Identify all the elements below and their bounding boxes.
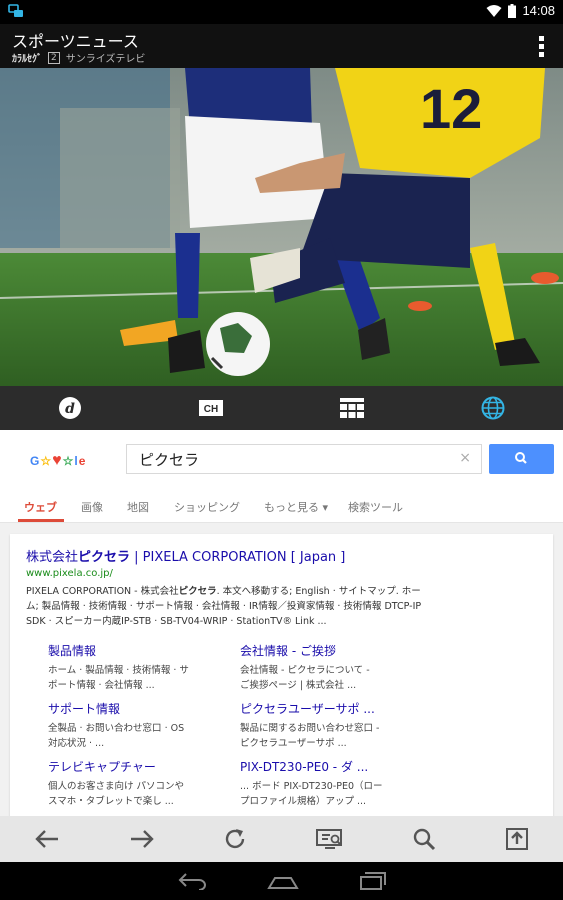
svg-text:CH: CH <box>204 404 218 415</box>
search-input[interactable]: ピクセラ × <box>126 444 482 474</box>
tab-search-tools[interactable]: 検索ツール <box>348 499 403 515</box>
sitelink[interactable]: サポート情報 全製品 · お問い合わせ窓口 · OS 対応状況 · ... <box>48 700 238 751</box>
active-tab-underline <box>18 519 64 522</box>
web-browser: G☆♥☆le ピクセラ × ウェブ 画像 地図 ショッピング もっと見る ▾ 検… <box>0 430 563 816</box>
channel-info: ｶﾗﾙｾｸﾞ 2 サンライズテレビ <box>12 50 145 65</box>
channel-name: サンライズテレビ <box>65 54 146 65</box>
sitelink[interactable]: テレビキャプチャー 個人のお客さま向け パソコンや スマホ・タブレットで楽し ..… <box>48 758 238 809</box>
search-query: ピクセラ <box>139 451 200 469</box>
channel-number: 2 <box>48 51 60 64</box>
reload-icon[interactable] <box>223 827 247 851</box>
tab-browser[interactable] <box>422 386 563 430</box>
share-upload-icon[interactable] <box>505 827 529 851</box>
tab-web[interactable]: ウェブ <box>24 499 57 515</box>
search-nav: ウェブ 画像 地図 ショッピング もっと見る ▾ 検索ツール <box>0 490 563 523</box>
system-navigation-bar <box>0 862 563 900</box>
tab-d[interactable]: d <box>0 386 141 430</box>
screen-search-icon[interactable] <box>315 828 344 850</box>
soccer-video-frame: 12 <box>0 68 563 386</box>
sitelink[interactable]: PIX-DT230-PE0 - ダ ... ... ボード PIX-DT230-… <box>240 758 430 809</box>
tab-images[interactable]: 画像 <box>81 499 103 515</box>
video-player[interactable]: 12 <box>0 68 563 386</box>
grid-icon <box>339 398 364 418</box>
sitelink[interactable]: 製品情報 ホーム · 製品情報 · 技術情報 · サポート情報 · 会社情報 .… <box>48 642 238 693</box>
forward-arrow-icon[interactable] <box>129 828 155 850</box>
back-arrow-icon[interactable] <box>34 828 60 850</box>
search-icon[interactable] <box>412 827 436 851</box>
browser-toolbar <box>0 816 563 862</box>
d-icon: d <box>59 397 82 419</box>
search-header: G☆♥☆le ピクセラ × <box>0 430 563 490</box>
globe-icon <box>481 396 505 420</box>
overflow-menu-icon[interactable] <box>539 36 545 58</box>
app-notification-icon <box>8 4 23 17</box>
clear-icon[interactable]: × <box>459 450 471 466</box>
home-icon[interactable] <box>266 872 299 890</box>
tv-tab-bar: d CH <box>0 386 563 430</box>
google-logo[interactable]: G☆♥☆le <box>30 452 86 470</box>
svg-text:d: d <box>65 401 75 417</box>
recent-apps-icon[interactable] <box>359 871 387 891</box>
tab-channel[interactable]: CH <box>141 386 282 430</box>
tab-shopping[interactable]: ショッピング <box>174 499 240 515</box>
wifi-icon <box>486 4 502 17</box>
tab-maps[interactable]: 地図 <box>127 499 149 515</box>
status-bar: 14:08 <box>0 0 563 24</box>
page-title: スポーツニュース <box>12 32 139 51</box>
sitelink[interactable]: 会社情報 - ご挨拶 会社情報 - ピクセラについて - ご挨拶ページ | 株式会… <box>240 642 430 693</box>
search-button[interactable] <box>489 444 554 474</box>
result-title[interactable]: 株式会社ピクセラ | PIXELA CORPORATION [ Japan ] <box>26 546 345 565</box>
broadcaster-logo: ｶﾗﾙｾｸﾞ <box>12 54 42 65</box>
clock: 14:08 <box>522 3 555 18</box>
tab-more[interactable]: もっと見る ▾ <box>264 499 328 515</box>
back-icon[interactable] <box>177 872 207 890</box>
battery-icon <box>508 3 517 18</box>
result-snippet: PIXELA CORPORATION - 株式会社ピクセラ. 本文へ移動する; … <box>26 586 422 627</box>
tab-program-guide[interactable] <box>282 386 423 430</box>
jersey-number: 12 <box>420 77 482 140</box>
search-result-card: 株式会社ピクセラ | PIXELA CORPORATION [ Japan ] … <box>10 534 553 816</box>
ch-icon: CH <box>199 400 224 416</box>
search-icon <box>515 452 527 464</box>
result-url: www.pixela.co.jp/ <box>26 568 113 579</box>
app-bar: スポーツニュース ｶﾗﾙｾｸﾞ 2 サンライズテレビ <box>0 24 563 68</box>
sitelink[interactable]: ピクセラユーザーサポ ... 製品に関するお問い合わせ窓口 - ピクセラユーザーサ… <box>240 700 430 751</box>
